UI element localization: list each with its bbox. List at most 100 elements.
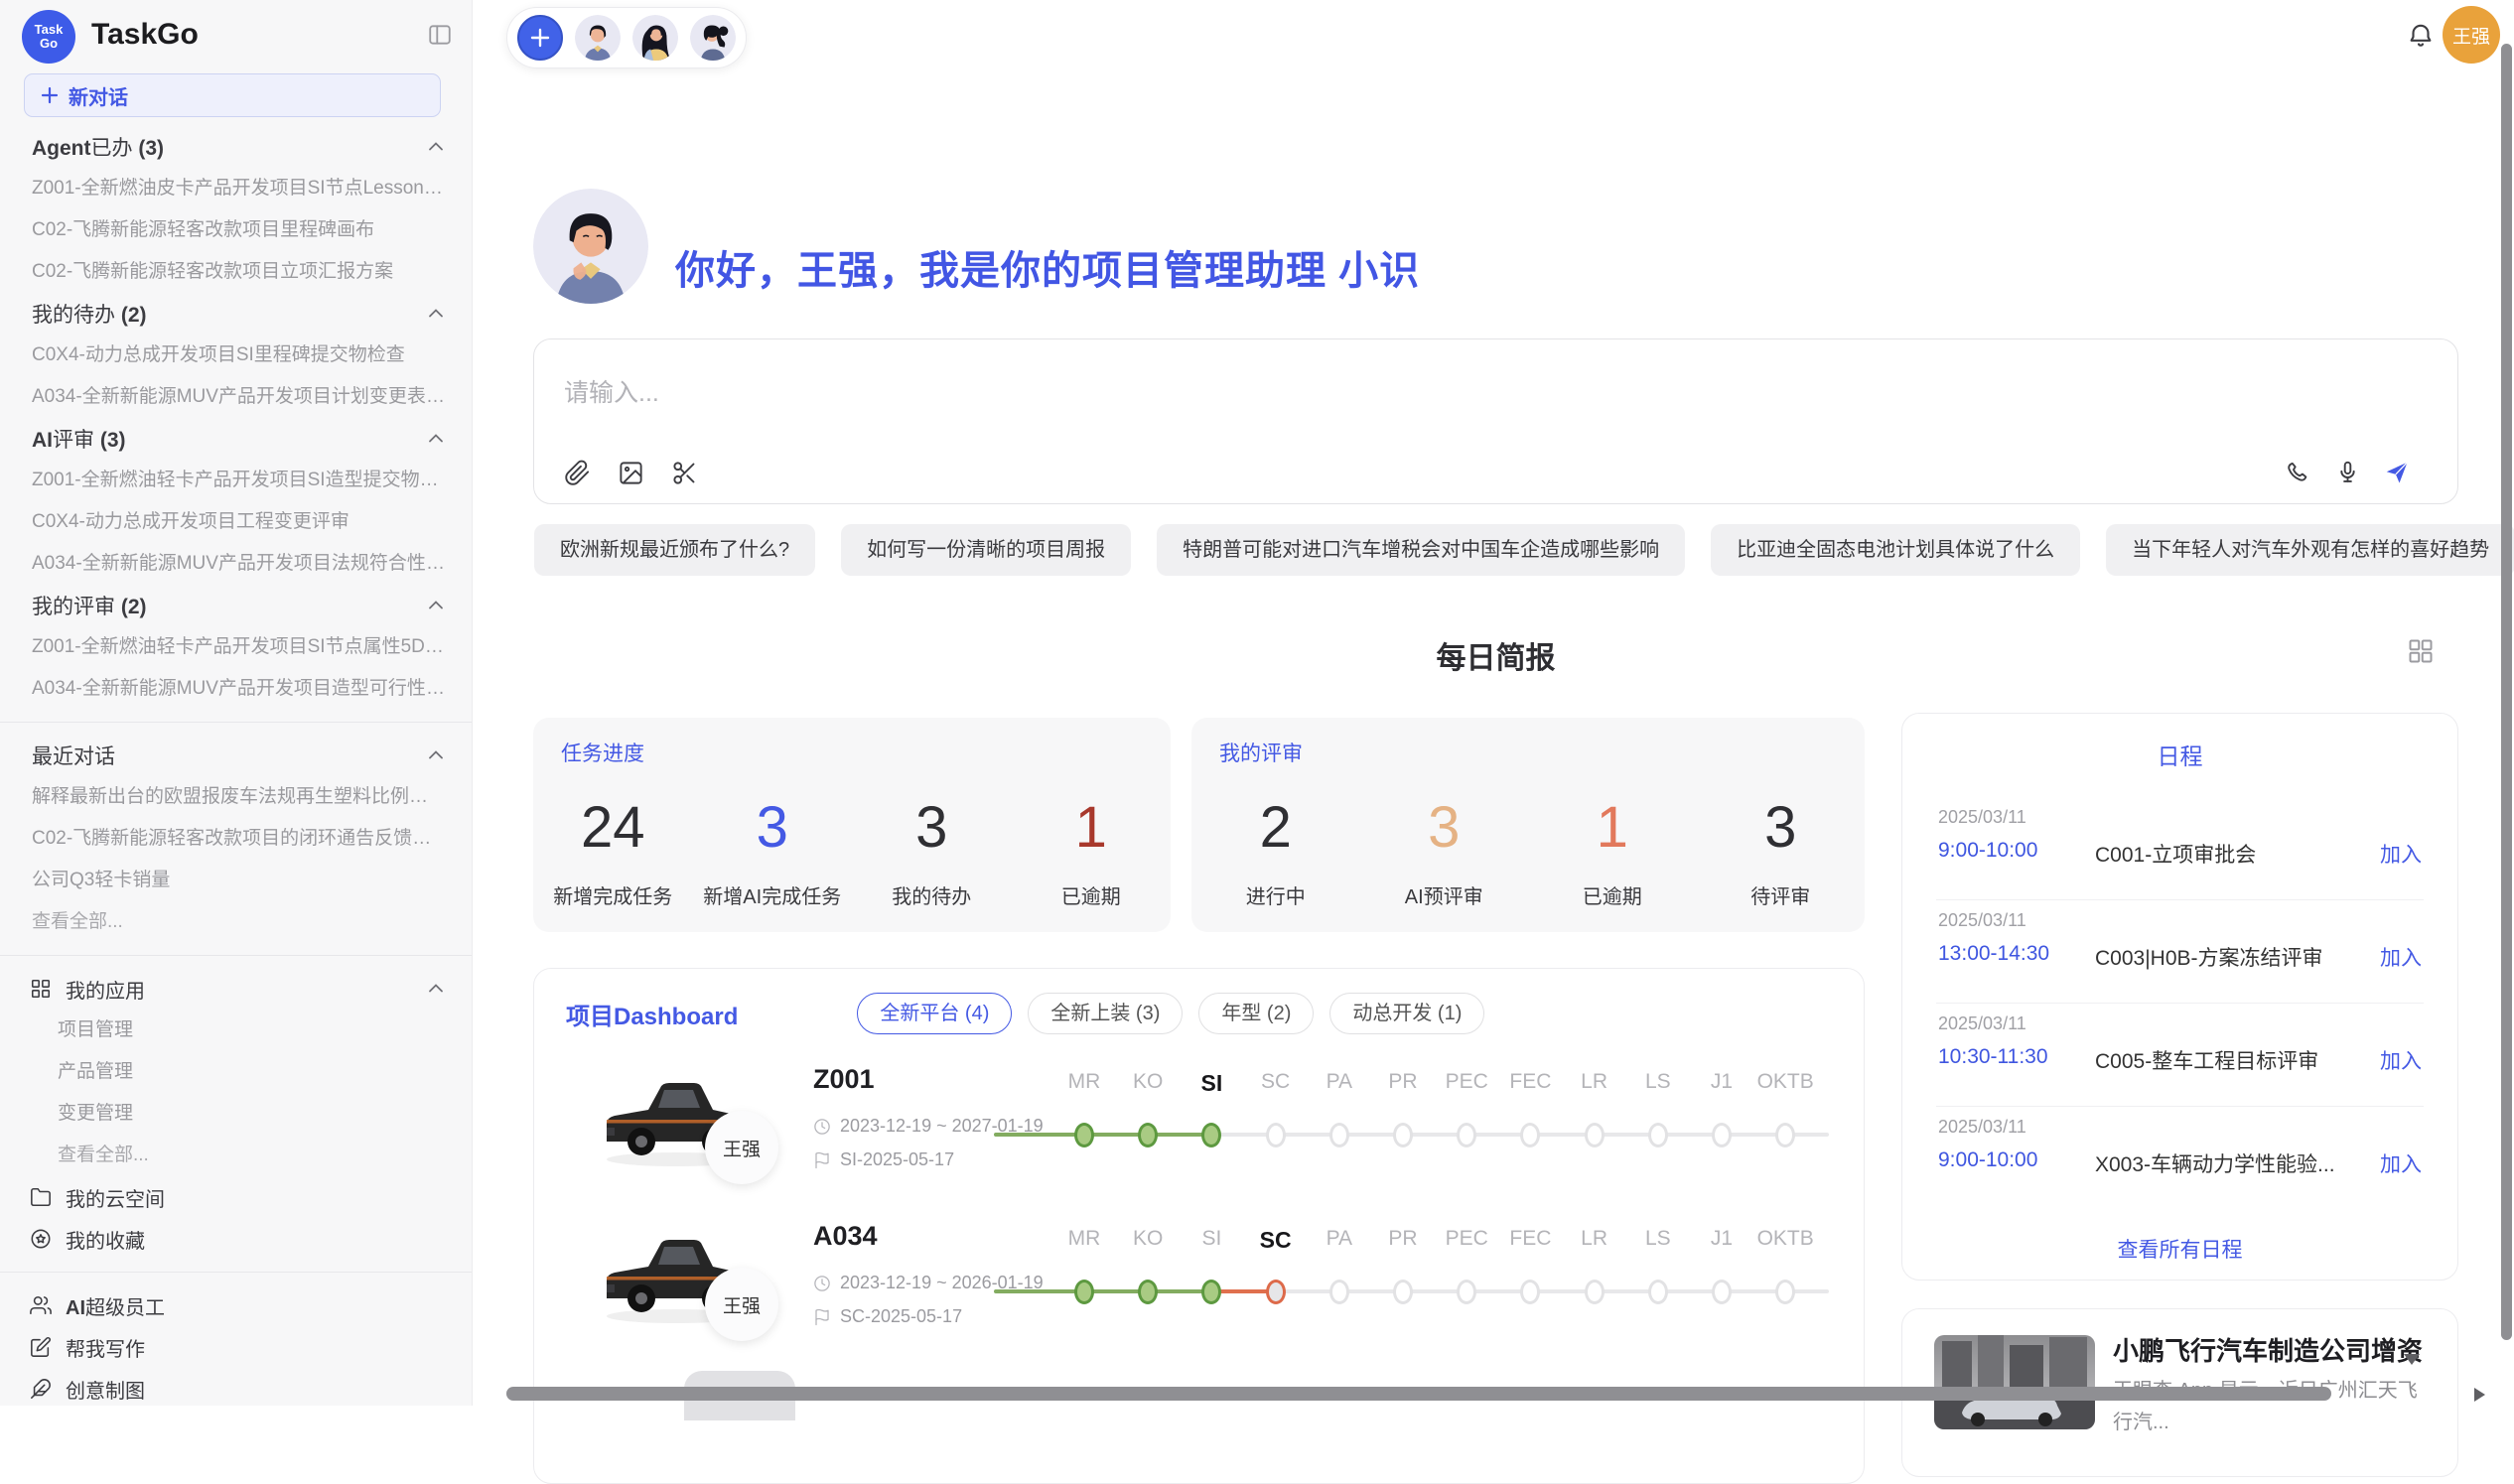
daily-briefing-title: 每日简报 bbox=[533, 633, 2458, 677]
sidebar-task-item[interactable]: A034-全新新能源MUV产品开发项目计划变更表编写 bbox=[0, 376, 473, 418]
milestone-line bbox=[994, 1289, 1084, 1293]
sidebar-section-header[interactable]: 我的待办 (2) bbox=[0, 293, 473, 335]
suggestion-chip[interactable]: 比亚迪全固态电池计划具体说了什么 bbox=[1711, 524, 2080, 576]
suggestion-chip[interactable]: 欧洲新规最近颁布了什么? bbox=[534, 524, 815, 576]
project-row[interactable]: 王强 A034 2023-12-19 ~ 2026-01-19 SC-2025-… bbox=[534, 1213, 1865, 1370]
milestone-dot bbox=[1138, 1280, 1158, 1304]
stat-value: 3 bbox=[757, 799, 788, 857]
image-upload-icon[interactable] bbox=[616, 458, 645, 487]
join-button[interactable]: 加入 bbox=[2380, 1148, 2422, 1178]
milestone-dot bbox=[1393, 1280, 1413, 1304]
dashboard-filter-tab[interactable]: 全新上装 (3) bbox=[1028, 993, 1183, 1034]
milestone-dot bbox=[1074, 1280, 1094, 1304]
scroll-down-arrow[interactable] bbox=[2404, 1354, 2420, 1365]
my-reviews-card: 我的评审 2进行中3AI预评审1已逾期3待评审 bbox=[1191, 718, 1865, 932]
stat: 24新增完成任务 bbox=[533, 775, 693, 932]
dashboard-filter-tab[interactable]: 全新平台 (4) bbox=[857, 993, 1012, 1034]
sidebar-task-item[interactable]: C0X4-动力总成开发项目工程变更评审 bbox=[0, 501, 473, 543]
dashboard-filter-tab[interactable]: 动总开发 (1) bbox=[1329, 993, 1484, 1034]
app-item[interactable]: 产品管理 bbox=[0, 1051, 473, 1093]
vertical-scrollbar[interactable] bbox=[2501, 44, 2512, 1340]
sidebar: TaskGo TaskGo 新对话 Agent已办 (3) Z001-全新燃油皮… bbox=[0, 0, 473, 1406]
suggestion-chip[interactable]: 特朗普可能对进口汽车增税会对中国车企造成哪些影响 bbox=[1157, 524, 1685, 576]
agent-avatar-2[interactable] bbox=[632, 15, 678, 61]
horizontal-scrollbar[interactable] bbox=[506, 1387, 2331, 1401]
stat: 3AI预评审 bbox=[1360, 775, 1529, 932]
sidebar-section-header[interactable]: AI评审 (3) bbox=[0, 418, 473, 460]
user-avatar[interactable]: 王强 bbox=[2443, 6, 2500, 64]
schedule-view-all[interactable]: 查看所有日程 bbox=[1902, 1234, 2457, 1264]
attachment-icon[interactable] bbox=[562, 458, 592, 487]
join-button[interactable]: 加入 bbox=[2380, 942, 2422, 972]
stat-label: 已逾期 bbox=[1583, 880, 1642, 909]
chevron-up-icon bbox=[425, 303, 447, 325]
milestone-dot bbox=[1329, 1280, 1349, 1304]
schedule-name: X003-车辆动力学性能验... bbox=[2095, 1148, 2335, 1178]
apps-view-all[interactable]: 查看全部... bbox=[0, 1135, 473, 1176]
sidebar-task-item[interactable]: C02-飞腾新能源轻客改款项目里程碑画布 bbox=[0, 209, 473, 251]
sidebar-item-favorites[interactable]: 我的收藏 bbox=[0, 1218, 473, 1260]
sidebar-item-cloud-space[interactable]: 我的云空间 bbox=[0, 1176, 473, 1218]
app-item[interactable]: 变更管理 bbox=[0, 1093, 473, 1135]
sidebar-section-header[interactable]: 我的评审 (2) bbox=[0, 585, 473, 626]
sidebar-item-help-me-write[interactable]: 帮我写作 bbox=[0, 1326, 473, 1368]
join-button[interactable]: 加入 bbox=[2380, 1045, 2422, 1075]
notification-bell-icon[interactable] bbox=[2406, 22, 2436, 57]
sidebar-task-item[interactable]: Z001-全新燃油轻卡产品开发项目SI节点属性5D文件评审 bbox=[0, 626, 473, 668]
recent-conversation-item[interactable]: 公司Q3轻卡销量 bbox=[0, 860, 473, 901]
sidebar-task-item[interactable]: Z001-全新燃油轻卡产品开发项目SI造型提交物评审 bbox=[0, 460, 473, 501]
project-flag-milestone: SI-2025-05-17 bbox=[840, 1149, 954, 1170]
join-button[interactable]: 加入 bbox=[2380, 839, 2422, 869]
microphone-icon[interactable] bbox=[2332, 458, 2362, 487]
schedule-item: 2025/03/11 9:00-10:00 X003-车辆动力学性能验... 加… bbox=[1936, 1107, 2424, 1210]
recent-view-all[interactable]: 查看全部... bbox=[0, 901, 473, 943]
sidebar-item-creative-drawing[interactable]: 创意制图 bbox=[0, 1368, 473, 1406]
scroll-right-arrow[interactable] bbox=[2474, 1388, 2485, 1402]
users-icon bbox=[30, 1294, 52, 1316]
app-grid-icon bbox=[30, 978, 52, 1000]
schedule-card: 日程 2025/03/11 9:00-10:00 C001-立项审批会 加入 2… bbox=[1901, 713, 2458, 1281]
agent-avatar-3[interactable] bbox=[690, 15, 736, 61]
schedule-date: 2025/03/11 bbox=[1938, 1117, 2026, 1138]
schedule-name: C003|H0B-方案冻结评审 bbox=[2095, 942, 2323, 972]
recent-conversation-item[interactable]: C02-飞腾新能源轻客改款项目的闭环通告反馈情况 bbox=[0, 818, 473, 860]
sidebar-task-item[interactable]: C02-飞腾新能源轻客改款项目立项汇报方案 bbox=[0, 251, 473, 293]
project-row[interactable]: 王强 Z001 2023-12-19 ~ 2027-01-19 SI-2025-… bbox=[534, 1056, 1865, 1213]
recent-section-header[interactable]: 最近对话 bbox=[0, 735, 473, 776]
sidebar-task-item[interactable]: A034-全新新能源MUV产品开发项目法规符合性评审 bbox=[0, 543, 473, 585]
milestone-dot bbox=[1712, 1280, 1732, 1304]
scissors-icon[interactable] bbox=[669, 458, 699, 487]
sidebar-section-header[interactable]: Agent已办 (3) bbox=[0, 126, 473, 168]
milestone-line bbox=[994, 1133, 1084, 1137]
stat-value: 3 bbox=[915, 799, 947, 857]
add-agent-button[interactable] bbox=[517, 15, 563, 61]
new-chat-button[interactable]: 新对话 bbox=[24, 73, 441, 117]
assistant-avatar bbox=[533, 189, 648, 304]
dashboard-filter-tab[interactable]: 年型 (2) bbox=[1198, 993, 1314, 1034]
sidebar-task-item[interactable]: A034-全新新能源MUV产品开发项目造型可行性评审 bbox=[0, 668, 473, 710]
app-item[interactable]: 项目管理 bbox=[0, 1010, 473, 1051]
voice-call-icon[interactable] bbox=[2283, 458, 2312, 487]
milestone-dot bbox=[1393, 1123, 1413, 1147]
app-title: TaskGo bbox=[91, 18, 199, 52]
message-input[interactable] bbox=[564, 379, 1954, 408]
schedule-item: 2025/03/11 10:30-11:30 C005-整车工程目标评审 加入 bbox=[1936, 1004, 2424, 1107]
sidebar-task-item[interactable]: Z001-全新燃油皮卡产品开发项目SI节点Lesson Learn报告 bbox=[0, 168, 473, 209]
agent-avatar-1[interactable] bbox=[575, 15, 621, 61]
suggestion-chip[interactable]: 如何写一份清晰的项目周报 bbox=[841, 524, 1131, 576]
project-code: Z001 bbox=[813, 1064, 875, 1095]
sidebar-item-my-apps[interactable]: 我的应用 bbox=[0, 968, 473, 1010]
sidebar-item-ai-super-staff[interactable]: AI超级员工 bbox=[0, 1284, 473, 1326]
suggestion-chip[interactable]: 当下年轻人对汽车外观有怎样的喜好趋势 bbox=[2106, 524, 2514, 576]
collapse-sidebar-icon[interactable] bbox=[427, 22, 453, 53]
sidebar-section-title: 我的待办 (2) bbox=[32, 299, 425, 329]
sidebar-task-item[interactable]: C0X4-动力总成开发项目SI里程碑提交物检查 bbox=[0, 335, 473, 376]
flag-icon bbox=[813, 1151, 831, 1169]
greeting-title: 你好，王强，我是你的项目管理助理 小识 bbox=[675, 238, 1420, 296]
schedule-name: C005-整车工程目标评审 bbox=[2095, 1045, 2318, 1075]
recent-conversation-item[interactable]: 解释最新出台的欧盟报废车法规再生塑料比例被调至15%... bbox=[0, 776, 473, 818]
sidebar-section-title: Agent已办 (3) bbox=[32, 132, 425, 162]
send-icon[interactable] bbox=[2382, 458, 2412, 487]
layout-grid-icon[interactable] bbox=[2407, 637, 2435, 670]
milestone-label: OKTB bbox=[1747, 1227, 1823, 1251]
